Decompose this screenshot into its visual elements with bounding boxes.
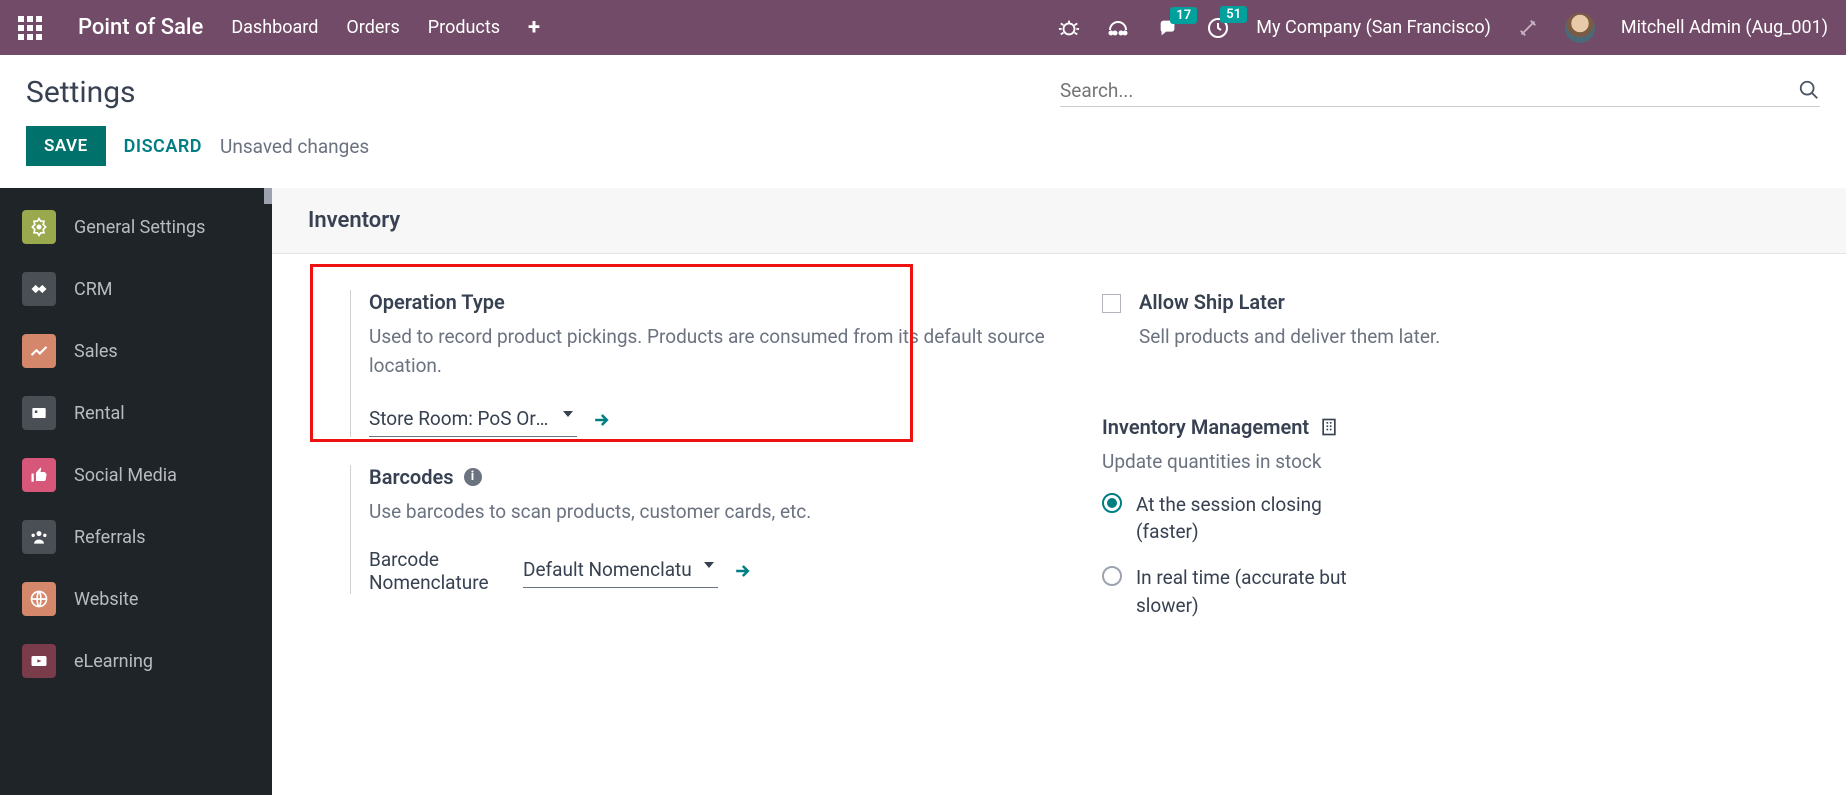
sidebar-item-label: CRM: [74, 279, 113, 300]
gear-icon: [22, 210, 56, 244]
sidebar-item-elearning[interactable]: eLearning: [0, 630, 272, 692]
ship-later-checkbox[interactable]: [1102, 294, 1121, 313]
radio-label: At the session closing (faster): [1136, 491, 1366, 546]
external-link-icon[interactable]: [732, 561, 752, 581]
radio-icon: [1102, 493, 1122, 513]
handshake-icon: [22, 272, 56, 306]
search-input[interactable]: [1060, 79, 1798, 102]
search-icon[interactable]: [1798, 79, 1820, 101]
sidebar-item-label: Referrals: [74, 527, 146, 548]
sidebar-item-label: Sales: [74, 341, 118, 362]
main-layout: General Settings CRM Sales Rental Social…: [0, 188, 1846, 795]
inventory-mgmt-desc: Update quantities in stock: [1102, 447, 1810, 476]
inventory-mgmt-options: At the session closing (faster) In real …: [1102, 491, 1810, 619]
barcodes-desc: Use barcodes to scan products, customer …: [369, 497, 1058, 526]
activities-badge: 51: [1220, 6, 1247, 23]
activities-icon[interactable]: 51: [1206, 16, 1230, 40]
avatar[interactable]: [1565, 13, 1595, 43]
sidebar-item-general-settings[interactable]: General Settings: [0, 196, 272, 258]
building-icon[interactable]: [1319, 417, 1339, 437]
nav-products[interactable]: Products: [428, 17, 500, 38]
caret-down-icon: [563, 411, 573, 417]
bug-icon[interactable]: [1058, 17, 1080, 39]
user-name[interactable]: Mitchell Admin (Aug_001): [1621, 17, 1828, 38]
settings-sidebar: General Settings CRM Sales Rental Social…: [0, 188, 272, 795]
caret-down-icon: [704, 562, 714, 568]
search-wrap: [1060, 79, 1820, 107]
info-icon[interactable]: i: [464, 468, 482, 486]
nav-left: Point of Sale Dashboard Orders Products …: [18, 15, 540, 40]
scrollbar-thumb[interactable]: [264, 188, 272, 204]
header-row: Settings: [0, 55, 1846, 120]
operation-type-select[interactable]: Store Room: PoS Orde: [369, 403, 577, 437]
sidebar-item-label: eLearning: [74, 651, 153, 672]
globe-icon: [22, 582, 56, 616]
setting-inventory-management: Inventory Management Update quantities i…: [1102, 415, 1810, 619]
radio-icon: [1102, 566, 1122, 586]
app-brand[interactable]: Point of Sale: [78, 15, 203, 40]
company-name[interactable]: My Company (San Francisco): [1256, 17, 1491, 38]
radio-label: In real time (accurate but slower): [1136, 564, 1366, 619]
sidebar-item-label: Website: [74, 589, 138, 610]
support-icon[interactable]: [1106, 16, 1130, 40]
nav-right: 17 51 My Company (San Francisco) Mitchel…: [1058, 13, 1828, 43]
inventory-option-session[interactable]: At the session closing (faster): [1102, 491, 1810, 546]
settings-col-left: Operation Type Used to record product pi…: [350, 290, 1058, 647]
sidebar-item-social-media[interactable]: Social Media: [0, 444, 272, 506]
settings-content: Inventory Operation Type Used to record …: [272, 188, 1846, 795]
messages-icon[interactable]: 17: [1156, 17, 1180, 39]
action-bar: SAVE DISCARD Unsaved changes: [0, 120, 1846, 188]
unsaved-text: Unsaved changes: [220, 135, 369, 158]
settings-col-right: Allow Ship Later Sell products and deliv…: [1102, 290, 1810, 647]
sidebar-item-referrals[interactable]: Referrals: [0, 506, 272, 568]
sidebar-item-crm[interactable]: CRM: [0, 258, 272, 320]
inventory-mgmt-title: Inventory Management: [1102, 415, 1309, 439]
apps-icon[interactable]: [18, 16, 42, 40]
section-header: Inventory: [272, 188, 1846, 254]
ship-later-title: Allow Ship Later: [1139, 290, 1285, 314]
inventory-option-realtime[interactable]: In real time (accurate but slower): [1102, 564, 1810, 619]
discard-button[interactable]: DISCARD: [124, 136, 202, 157]
sidebar-item-label: Social Media: [74, 465, 177, 486]
sidebar-item-rental[interactable]: Rental: [0, 382, 272, 444]
key-icon: [22, 396, 56, 430]
sidebar-item-website[interactable]: Website: [0, 568, 272, 630]
barcode-nomenclature-select[interactable]: Default Nomenclatu: [523, 554, 718, 588]
sidebar-item-label: Rental: [74, 403, 125, 424]
tools-icon[interactable]: [1517, 17, 1539, 39]
ship-later-desc: Sell products and deliver them later.: [1139, 322, 1440, 351]
setting-ship-later: Allow Ship Later Sell products and deliv…: [1102, 290, 1810, 415]
nav-dashboard[interactable]: Dashboard: [231, 17, 318, 38]
messages-badge: 17: [1170, 7, 1197, 24]
save-button[interactable]: SAVE: [26, 126, 106, 166]
sidebar-item-label: General Settings: [74, 217, 205, 238]
barcode-nomenclature-label: Barcode Nomenclature: [369, 548, 509, 594]
graduation-icon: [22, 644, 56, 678]
people-icon: [22, 520, 56, 554]
settings-grid: Operation Type Used to record product pi…: [272, 254, 1846, 647]
page-title: Settings: [26, 75, 136, 110]
top-navbar: Point of Sale Dashboard Orders Products …: [0, 0, 1846, 55]
setting-barcodes: Barcodes i Use barcodes to scan products…: [350, 465, 1058, 594]
barcodes-title: Barcodes: [369, 465, 454, 489]
chart-icon: [22, 334, 56, 368]
thumbs-up-icon: [22, 458, 56, 492]
sidebar-item-sales[interactable]: Sales: [0, 320, 272, 382]
nav-add[interactable]: +: [528, 15, 540, 40]
section-title: Inventory: [308, 208, 1846, 233]
nav-orders[interactable]: Orders: [346, 17, 399, 38]
